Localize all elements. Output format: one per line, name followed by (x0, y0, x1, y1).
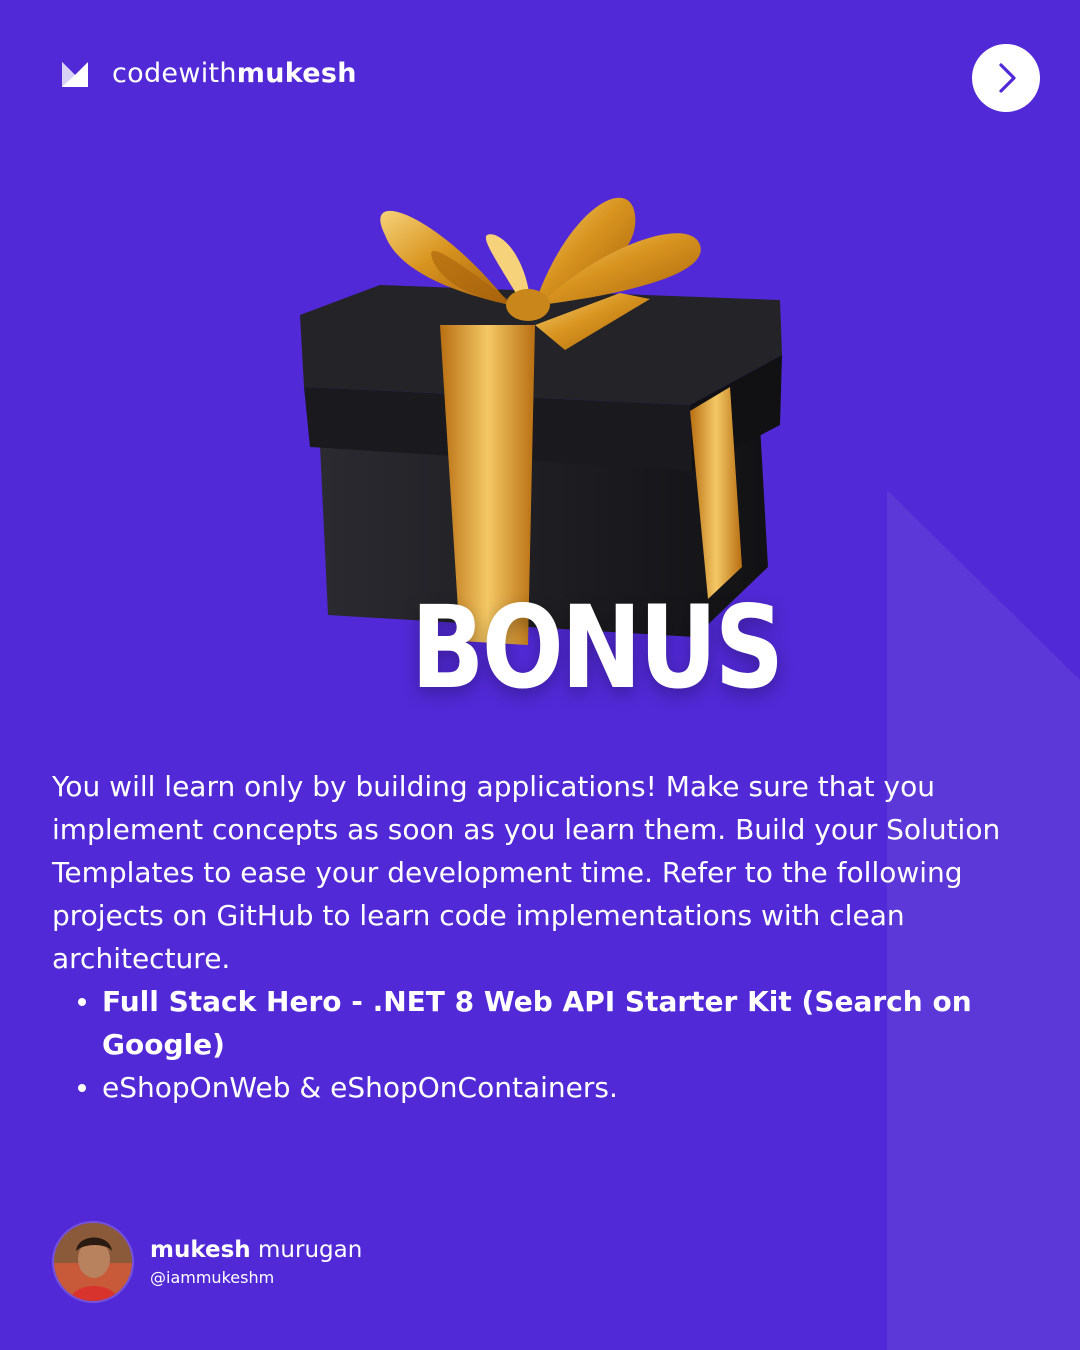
author-handle: @iammukeshm (150, 1268, 275, 1287)
brand: codewithmukesh (60, 58, 357, 89)
list-item: eShopOnWeb & eShopOnContainers. (52, 1066, 1042, 1109)
author-card: mukesh murugan @iammukeshm (52, 1221, 362, 1303)
bullet-icon (78, 998, 86, 1006)
list-item: Full Stack Hero - .NET 8 Web API Starter… (52, 980, 1042, 1066)
avatar (52, 1221, 134, 1303)
slide: codewithmukesh BONUS You will learn only… (0, 0, 1080, 1350)
chevron-right-icon (999, 63, 1016, 93)
author-name: mukesh murugan (150, 1237, 363, 1263)
m-logo-icon (62, 61, 88, 87)
author-info: mukesh murugan @iammukeshm (150, 1235, 362, 1289)
list-item-text: eShopOnWeb & eShopOnContainers. (102, 1071, 618, 1104)
body-paragraph: You will learn only by building applicat… (52, 770, 1001, 975)
project-list: Full Stack Hero - .NET 8 Web API Starter… (52, 980, 1042, 1109)
next-slide-button[interactable] (972, 44, 1040, 112)
bullet-icon (78, 1084, 86, 1092)
bonus-title: BONUS (411, 581, 784, 715)
list-item-text: Full Stack Hero - .NET 8 Web API Starter… (102, 985, 972, 1061)
brand-name: codewithmukesh (112, 58, 357, 89)
